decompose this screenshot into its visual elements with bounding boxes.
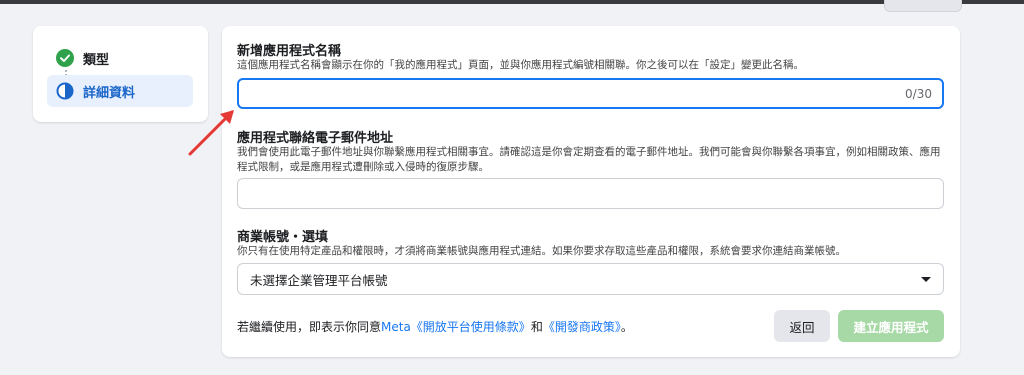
step-details[interactable]: 詳細資料 [47,75,193,107]
select-value: 未選擇企業管理平台帳號 [250,272,388,288]
check-circle-icon [55,48,75,68]
terms-suffix: 。 [620,320,633,334]
platform-terms-link[interactable]: Meta《開放平台使用條款》 [381,320,531,334]
top-button[interactable] [884,0,962,12]
top-bar [0,0,1024,4]
step-label: 詳細資料 [83,85,136,101]
terms-prefix: 若繼續使用，即表示你同意 [237,320,382,334]
app-details-form: 新增應用程式名稱 這個應用程式名稱會顯示在你的「我的應用程式」頁面，並與你應用程… [222,26,960,357]
email-title: 應用程式聯絡電子郵件地址 [237,131,394,146]
terms-middle: 和 [530,320,543,334]
email-input[interactable] [237,178,944,209]
business-title: 商業帳號・選填 [237,230,329,245]
email-description: 我們會使用此電子郵件地址與你聯繫應用程式相關事宜。請確認這是你會定期查看的電子郵… [237,146,941,173]
char-counter: 0/30 [905,87,932,101]
app-name-title: 新增應用程式名稱 [237,44,342,59]
business-account-select[interactable]: 未選擇企業管理平台帳號 [237,263,944,295]
business-description: 你只有在使用特定產品和權限時，才須將商業帳號與應用程式連結。如果你要求存取這些產… [237,245,846,257]
caret-down-icon [921,276,931,282]
create-app-button[interactable]: 建立應用程式 [838,310,944,342]
annotation-arrow-icon [188,110,234,156]
step-type[interactable]: 類型 [47,42,193,74]
developer-policy-link[interactable]: 《開發商政策》 [543,320,621,334]
half-circle-icon [55,81,75,101]
app-name-description: 這個應用程式名稱會顯示在你的「我的應用程式」頁面，並與你應用程式編號相關聯。你之… [237,59,804,71]
terms-notice: 若繼續使用，即表示你同意Meta《開放平台使用條款》和《開發商政策》。 [237,318,633,335]
back-button[interactable]: 返回 [774,310,830,342]
step-label: 類型 [83,52,110,68]
app-name-input[interactable]: 0/30 [237,78,944,109]
